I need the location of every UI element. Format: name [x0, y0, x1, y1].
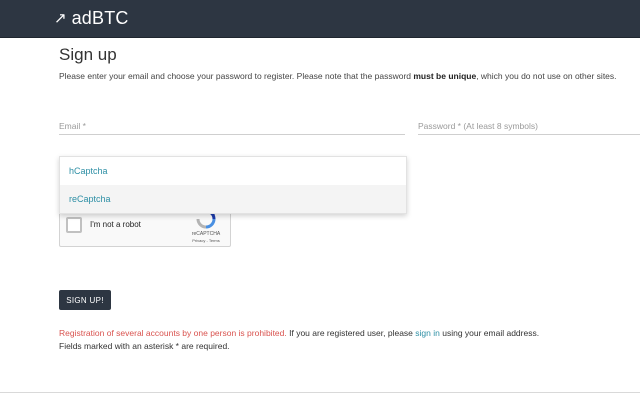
sign-in-link[interactable]: sign in	[415, 328, 440, 338]
site-title: adBTC	[71, 8, 129, 28]
captcha-provider-menu: hCaptcha reCaptcha	[59, 156, 407, 214]
sign-up-button[interactable]: SIGN UP!	[59, 290, 111, 310]
intro-text-end: , which you do not use on other sites.	[476, 71, 617, 81]
recaptcha-brand: reCAPTCHA	[191, 231, 221, 237]
required-fields-note: Fields marked with an asterisk * are req…	[59, 341, 230, 351]
recaptcha-privacy-terms[interactable]: Privacy - Terms	[187, 238, 225, 243]
captcha-option-hcaptcha[interactable]: hCaptcha	[60, 157, 406, 185]
password-field-wrapper	[418, 116, 640, 135]
brand-logo[interactable]: ↗ adBTC	[54, 8, 129, 28]
recaptcha-label: I'm not a robot	[90, 220, 141, 229]
recaptcha-checkbox[interactable]	[66, 217, 82, 233]
page-title: Sign up	[59, 45, 117, 64]
multiple-accounts-warning: Registration of several accounts by one …	[59, 328, 287, 338]
captcha-option-recaptcha[interactable]: reCaptcha	[60, 185, 406, 213]
email-field-wrapper	[59, 116, 405, 135]
registered-text-end: using your email address.	[439, 328, 540, 338]
registered-text-start: If you are registered user, please	[286, 328, 416, 338]
intro-text-bold: must be unique	[413, 71, 477, 81]
intro-text-start: Please enter your email and choose your …	[59, 71, 414, 81]
password-input[interactable]	[418, 121, 640, 131]
top-bar: ↗ adBTC	[0, 0, 640, 38]
registration-note: Registration of several accounts by one …	[59, 328, 539, 338]
bottom-divider	[0, 392, 640, 393]
arrow-logo-icon: ↗	[54, 9, 67, 27]
email-input[interactable]	[59, 121, 405, 131]
intro-text: Please enter your email and choose your …	[59, 71, 617, 81]
